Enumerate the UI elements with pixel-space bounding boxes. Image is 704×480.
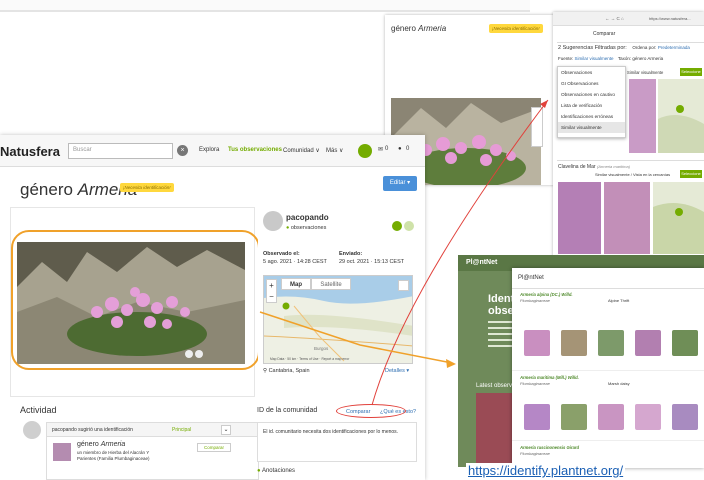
annotation-arrows xyxy=(259,99,549,406)
plantnet-url[interactable]: https://identify.plantnet.org/ xyxy=(466,463,626,478)
